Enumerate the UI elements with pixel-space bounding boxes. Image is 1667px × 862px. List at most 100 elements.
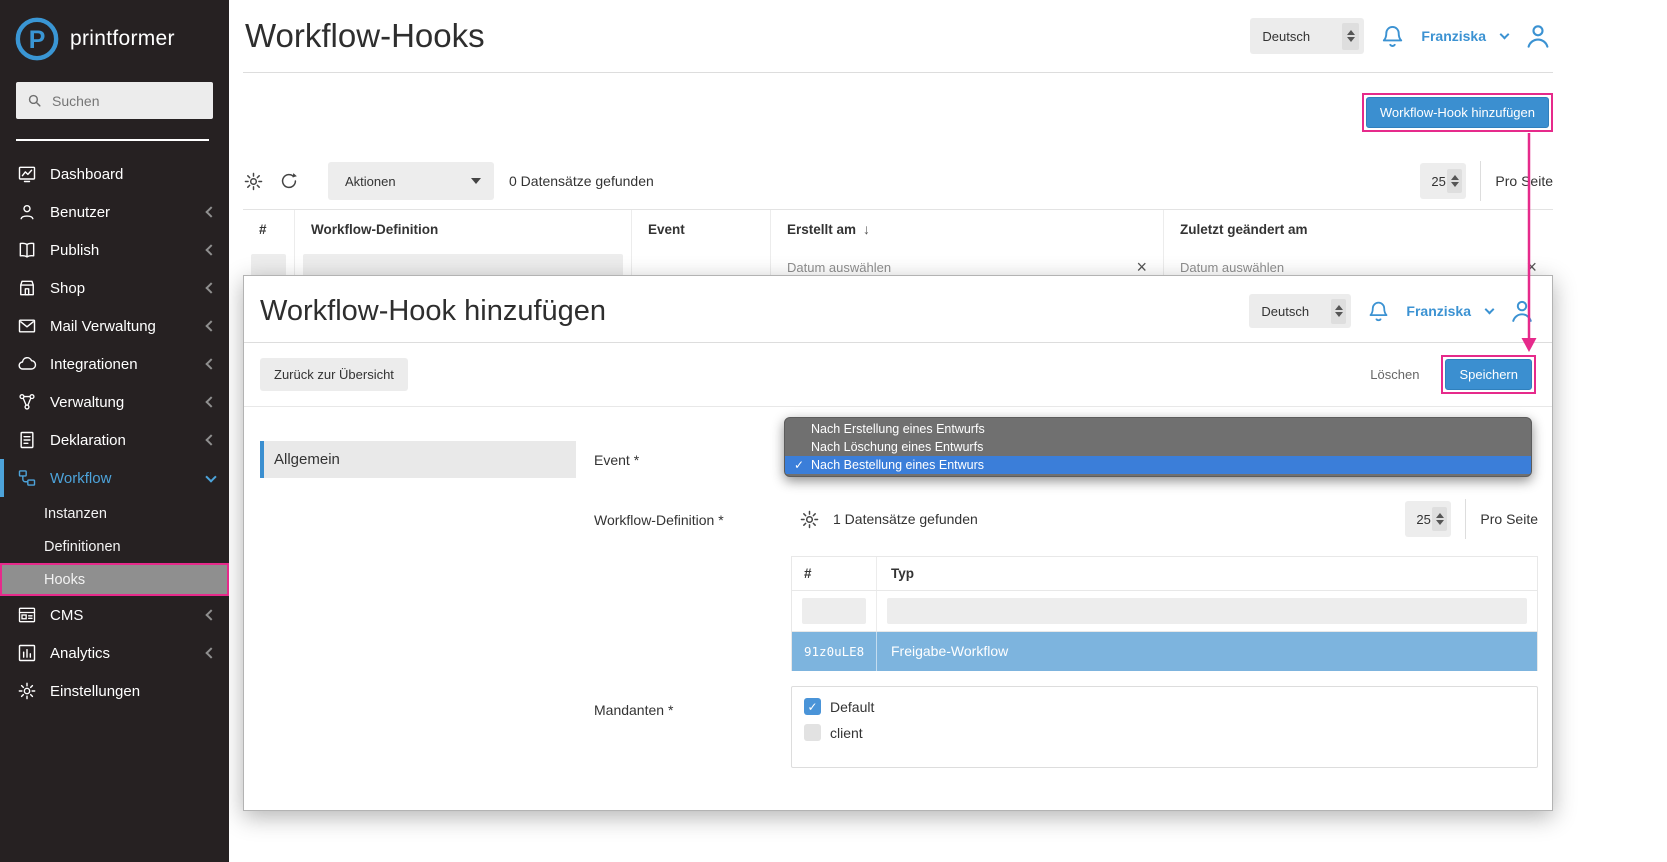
- sidebar-subitem-instanzen[interactable]: Instanzen: [0, 497, 229, 530]
- sidebar-item-label: Dashboard: [50, 166, 215, 183]
- mandanten-group: ✓ Default client: [791, 686, 1538, 768]
- column-header[interactable]: #: [792, 557, 877, 590]
- dropdown-option[interactable]: Nach Löschung eines Entwurfs: [785, 438, 1531, 456]
- checkbox-client[interactable]: client: [804, 724, 1525, 741]
- per-page-value: 25: [1416, 512, 1430, 527]
- language-select[interactable]: Deutsch: [1249, 294, 1351, 328]
- sidebar-item-publish[interactable]: Publish: [0, 231, 229, 269]
- column-header[interactable]: Typ: [877, 557, 1537, 590]
- caret-down-icon: [471, 178, 481, 184]
- chart-icon: [16, 643, 38, 663]
- definition-table: # Typ 91z0uLE8 Freigabe-Workflow: [791, 556, 1538, 671]
- sidebar-item-einstellungen[interactable]: Einstellungen: [0, 672, 229, 710]
- column-header[interactable]: Workflow-Definition: [295, 210, 632, 248]
- clear-icon[interactable]: ×: [1136, 258, 1147, 276]
- dropdown-option[interactable]: Nach Erstellung eines Entwurfs: [785, 420, 1531, 438]
- storefront-icon: [16, 278, 38, 298]
- filter-input-id[interactable]: [802, 598, 866, 624]
- sidebar-item-shop[interactable]: Shop: [0, 269, 229, 307]
- search-input[interactable]: [52, 93, 203, 109]
- table-header-row: # Workflow-Definition Event Erstellt am …: [243, 210, 1553, 248]
- sidebar-item-label: Deklaration: [50, 432, 195, 449]
- column-header[interactable]: #: [243, 210, 295, 248]
- chevron-left-icon: [205, 358, 216, 369]
- search-icon: [26, 92, 43, 109]
- definition-typ-cell: Freigabe-Workflow: [877, 632, 1537, 671]
- sidebar-item-mail-verwaltung[interactable]: Mail Verwaltung: [0, 307, 229, 345]
- username[interactable]: Franziska: [1421, 28, 1486, 44]
- date-placeholder: Datum auswählen: [1180, 260, 1284, 275]
- delete-button[interactable]: Löschen: [1356, 358, 1433, 391]
- actions-dropdown[interactable]: Aktionen: [328, 162, 494, 200]
- chevron-down-icon[interactable]: [1485, 304, 1495, 314]
- clear-icon[interactable]: ×: [1526, 258, 1537, 276]
- sidebar-subitem-hooks[interactable]: Hooks: [0, 563, 229, 596]
- avatar-icon[interactable]: [1508, 297, 1536, 325]
- sort-desc-icon[interactable]: ↓: [863, 221, 870, 237]
- sidebar-item-verwaltung[interactable]: Verwaltung: [0, 383, 229, 421]
- settings-gear-icon[interactable]: [243, 171, 264, 192]
- bell-icon[interactable]: [1379, 23, 1406, 50]
- definition-label: Workflow-Definition *: [594, 512, 724, 528]
- nodes-icon: [16, 392, 38, 412]
- checkmark-icon: ✓: [794, 456, 804, 474]
- settings-gear-icon[interactable]: [799, 509, 820, 530]
- chevron-left-icon: [205, 609, 216, 620]
- dropdown-option-selected[interactable]: ✓ Nach Bestellung eines Entwurs: [785, 456, 1531, 474]
- save-button[interactable]: Speichern: [1445, 359, 1532, 390]
- sidebar-search[interactable]: [16, 82, 213, 119]
- filter-input-typ[interactable]: [887, 598, 1527, 624]
- sidebar-item-label: CMS: [50, 607, 195, 624]
- tab-allgemein[interactable]: Allgemein: [260, 441, 576, 478]
- chevron-down-icon[interactable]: [1500, 29, 1510, 39]
- sidebar-item-workflow[interactable]: Workflow: [0, 459, 229, 497]
- checkbox-unchecked-icon[interactable]: [804, 724, 821, 741]
- chevron-left-icon: [205, 396, 216, 407]
- records-count: 1 Datensätze gefunden: [833, 511, 978, 527]
- dashboard-icon: [16, 164, 38, 184]
- mail-icon: [16, 316, 38, 336]
- sidebar-subitem-definitionen[interactable]: Definitionen: [0, 530, 229, 563]
- back-to-overview-button[interactable]: Zurück zur Übersicht: [260, 358, 408, 391]
- per-page-select[interactable]: 25: [1420, 163, 1466, 199]
- brand-logo[interactable]: P printformer: [0, 0, 229, 62]
- refresh-icon[interactable]: [279, 171, 299, 191]
- page-actions: Workflow-Hook hinzufügen: [243, 93, 1553, 132]
- page-header: Workflow-Hooks Deutsch Franziska: [243, 0, 1553, 73]
- book-icon: [16, 240, 38, 260]
- language-value: Deutsch: [1262, 29, 1310, 44]
- sidebar-item-deklaration[interactable]: Deklaration: [0, 421, 229, 459]
- chevron-left-icon: [205, 282, 216, 293]
- tab-label: Allgemein: [274, 451, 340, 468]
- language-value: Deutsch: [1261, 304, 1309, 319]
- username[interactable]: Franziska: [1406, 303, 1471, 319]
- table-row-selected[interactable]: 91z0uLE8 Freigabe-Workflow: [792, 632, 1537, 671]
- bell-icon[interactable]: [1366, 299, 1391, 324]
- checkbox-default[interactable]: ✓ Default: [804, 698, 1525, 715]
- sidebar-item-benutzer[interactable]: Benutzer: [0, 193, 229, 231]
- sidebar-item-integrationen[interactable]: Integrationen: [0, 345, 229, 383]
- checkbox-checked-icon[interactable]: ✓: [804, 698, 821, 715]
- sidebar-item-analytics[interactable]: Analytics: [0, 634, 229, 672]
- sidebar-item-dashboard[interactable]: Dashboard: [0, 155, 229, 193]
- sidebar-nav: Dashboard Benutzer Publish Shop Mail Ver…: [0, 155, 229, 710]
- dropdown-option-label: Nach Bestellung eines Entwurs: [811, 458, 984, 472]
- column-header-sorted[interactable]: Erstellt am ↓: [771, 210, 1164, 248]
- add-workflow-hook-button[interactable]: Workflow-Hook hinzufügen: [1366, 97, 1549, 128]
- column-header[interactable]: Event: [632, 210, 771, 248]
- sidebar-subitem-label: Definitionen: [44, 539, 121, 555]
- sidebar: P printformer Dashboard Benutzer Publish: [0, 0, 229, 862]
- user-cluster: Deutsch Franziska: [1250, 18, 1553, 54]
- per-page-select[interactable]: 25: [1405, 501, 1451, 537]
- user-icon: [16, 202, 38, 222]
- brand-name: printformer: [70, 27, 175, 51]
- workflow-hook-modal: Workflow-Hook hinzufügen Deutsch Franzis…: [243, 275, 1553, 811]
- actions-label: Aktionen: [345, 174, 396, 189]
- svg-text:P: P: [29, 26, 46, 54]
- sidebar-item-cms[interactable]: CMS: [0, 596, 229, 634]
- sidebar-item-label: Mail Verwaltung: [50, 318, 195, 335]
- language-select[interactable]: Deutsch: [1250, 18, 1364, 54]
- updown-icon: [1447, 169, 1462, 193]
- avatar-icon[interactable]: [1523, 21, 1553, 51]
- column-header[interactable]: Zuletzt geändert am: [1164, 210, 1553, 248]
